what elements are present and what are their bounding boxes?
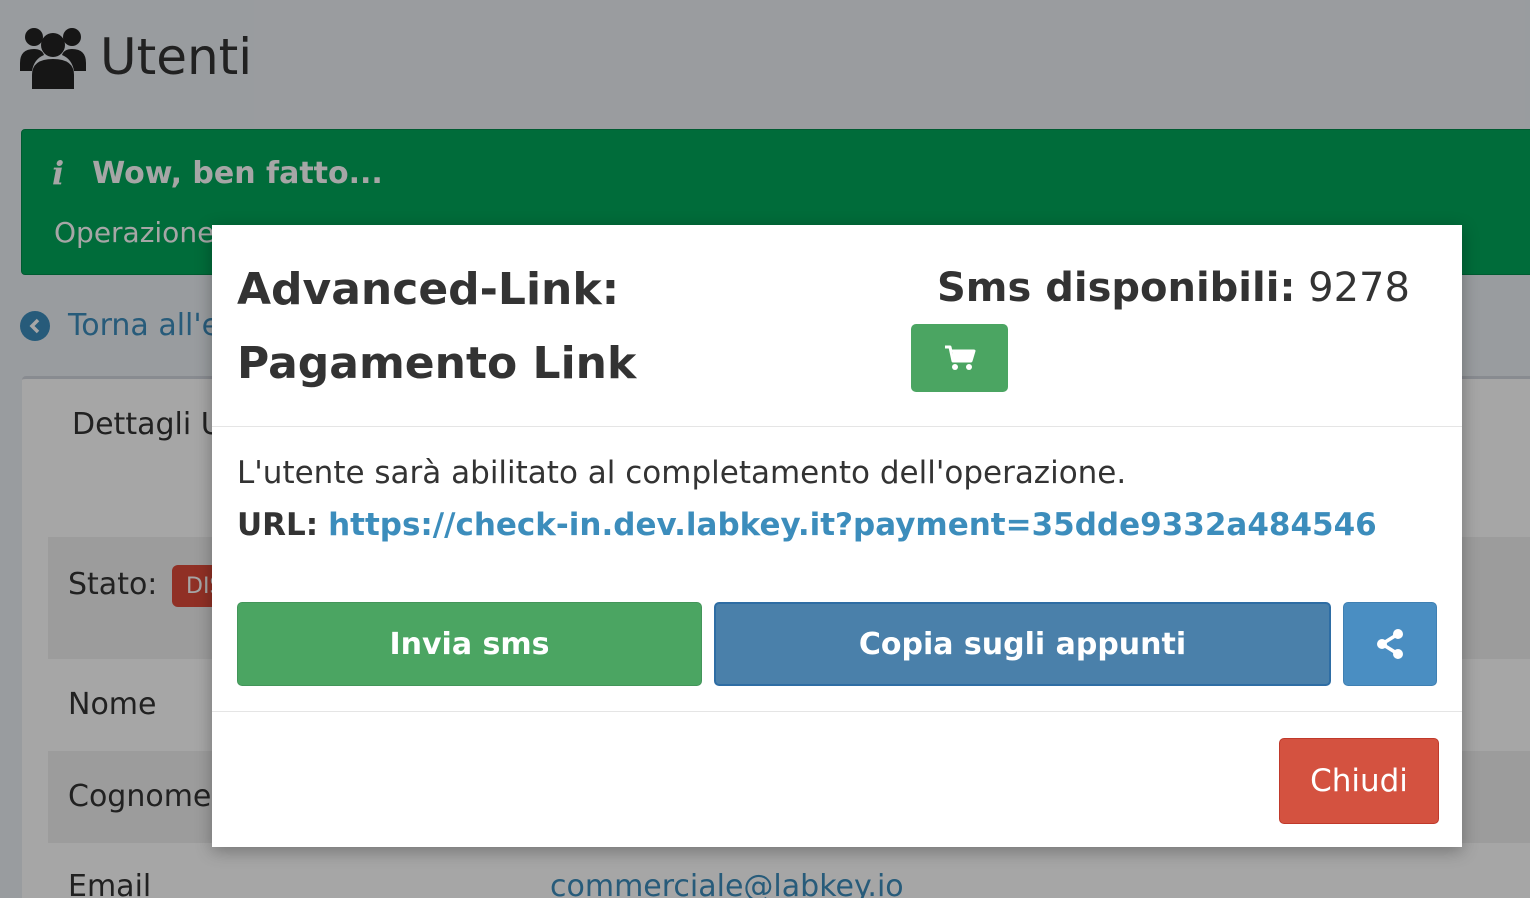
sms-count: 9278 xyxy=(1308,265,1410,311)
url-label: URL: xyxy=(237,507,319,543)
cart-icon xyxy=(944,345,975,370)
share-button[interactable] xyxy=(1343,602,1437,686)
buy-sms-button[interactable] xyxy=(911,324,1008,392)
modal-title: Advanced-Link: Pagamento Link xyxy=(237,264,637,389)
modal-description: L'utente sarà abilitato al completamento… xyxy=(237,455,1127,491)
share-icon xyxy=(1377,629,1403,659)
modal-header: Advanced-Link: Pagamento Link Sms dispon… xyxy=(212,225,1462,427)
copy-to-clipboard-button[interactable]: Copia sugli appunti xyxy=(714,602,1331,686)
send-sms-button[interactable]: Invia sms xyxy=(237,602,702,686)
sms-label: Sms disponibili: xyxy=(937,265,1296,311)
sms-available: Sms disponibili: 9278 xyxy=(937,265,1410,311)
advanced-link-modal: Advanced-Link: Pagamento Link Sms dispon… xyxy=(212,225,1462,847)
url-line: URL: https://check-in.dev.labkey.it?paym… xyxy=(237,507,1377,543)
payment-url-link[interactable]: https://check-in.dev.labkey.it?payment=3… xyxy=(328,507,1377,543)
close-button[interactable]: Chiudi xyxy=(1279,738,1439,824)
